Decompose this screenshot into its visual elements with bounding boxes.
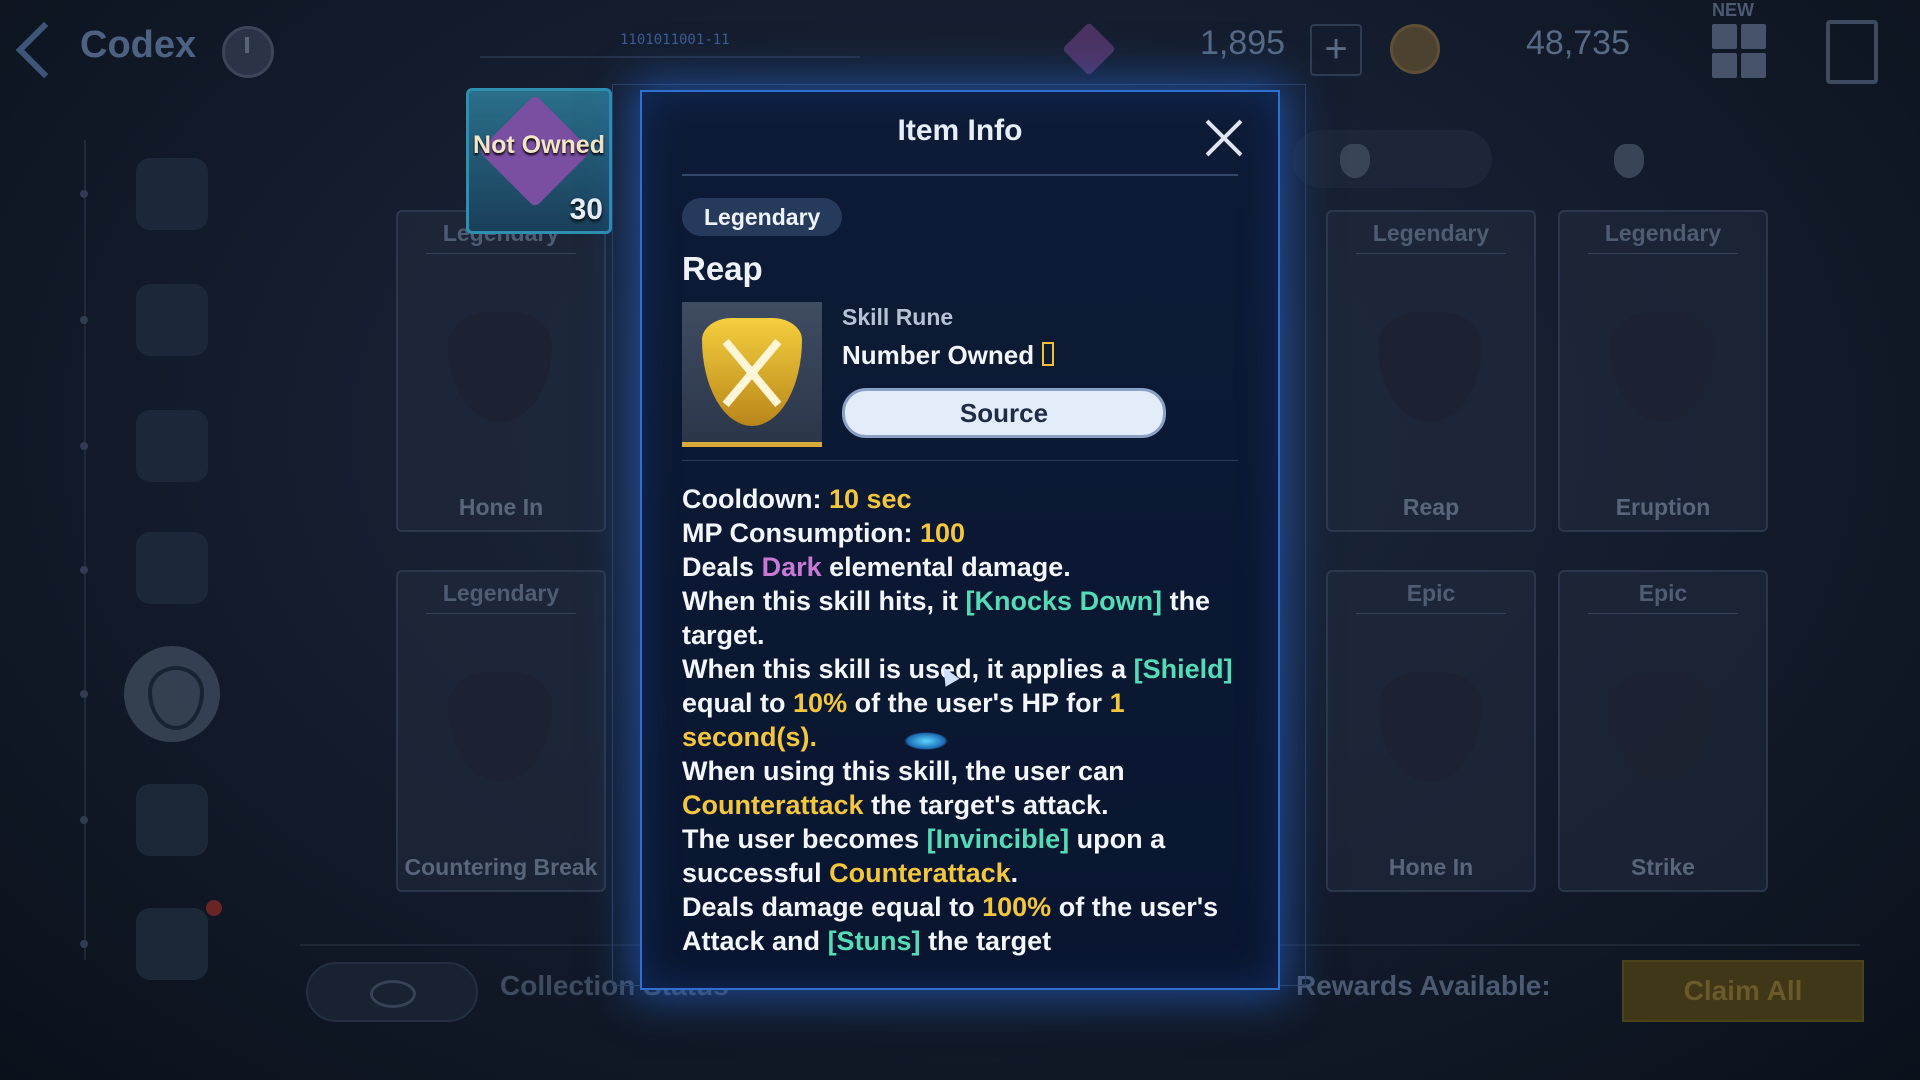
sidebar-dot [80,566,88,574]
claim-all-button[interactable]: Claim All [1622,960,1864,1022]
rune-shield-icon [1378,312,1482,422]
owned-count-box [1042,342,1055,366]
rune-card[interactable]: Legendary Eruption [1558,210,1768,532]
clock-icon[interactable] [222,26,274,78]
item-info-modal: Item Info Legendary Reap Skill Rune Numb… [640,90,1280,990]
rune-shield-icon [1378,672,1482,782]
sidebar-dot [80,816,88,824]
sidebar-item-armor-icon[interactable] [136,532,208,604]
rune-card[interactable]: Legendary Hone In [396,210,606,532]
card-rarity: Epic [1560,580,1766,614]
new-badge: NEW [1712,0,1754,20]
counterattack-line: When using this skill, the user can Coun… [682,756,1125,820]
gem-icon [1062,22,1116,76]
exit-icon[interactable] [1826,20,1878,84]
back-arrow-icon[interactable] [15,21,73,79]
coin-icon [1390,24,1440,74]
source-button[interactable]: Source [842,388,1166,438]
number-owned: Number Owned [842,340,1055,371]
title-divider [682,174,1238,176]
serial-number: 1101011001-11 [620,32,730,48]
rune-shield-icon [448,672,552,782]
rarity-badge: Legendary [682,198,843,236]
card-rarity: Legendary [398,580,604,614]
sidebar-line [84,140,86,960]
card-rarity: Legendary [1560,220,1766,254]
tab-rune-icon[interactable] [1340,144,1370,178]
sidebar-dot [80,190,88,198]
coin-count: 48,735 [1526,24,1630,62]
card-rarity: Legendary [1328,220,1534,254]
item-rune-icon [682,302,822,447]
sidebar-dot [80,690,88,698]
sparkle-icon [904,732,948,750]
tab-rune-icon[interactable] [1614,144,1644,178]
filter-tab[interactable] [1292,130,1492,188]
rune-shield-icon [448,312,552,422]
top-divider [480,56,860,58]
rune-card[interactable]: Epic Strike [1558,570,1768,892]
sidebar-item-class-icon[interactable] [136,158,208,230]
sidebar-dot [80,442,88,450]
sidebar-item-rune-icon[interactable] [124,646,220,742]
rune-card[interactable]: Legendary Countering Break [396,570,606,892]
rune-card[interactable]: Epic Hone In [1326,570,1536,892]
not-owned-count: 30 [569,193,603,226]
modal-title: Item Info [897,114,1023,147]
damage-line: Deals damage equal to 100% of the user's… [682,892,1219,956]
sidebar-item-emblem-icon[interactable] [136,784,208,856]
notification-dot [206,900,222,916]
card-name: Eruption [1615,494,1711,520]
invincible-line: The user becomes [Invincible] upon a suc… [682,824,1166,888]
visibility-toggle-icon[interactable] [306,962,478,1022]
card-name: Countering Break [404,854,598,880]
item-name: Reap [682,250,763,287]
close-icon[interactable] [1202,116,1246,160]
skill-description[interactable]: Cooldown: 10 sec MP Consumption: 100 Dea… [682,482,1252,958]
sidebar-dot [80,940,88,948]
description-divider [682,460,1238,461]
gem-count: 1,895 [1200,24,1286,62]
add-gems-button[interactable]: + [1310,24,1362,76]
sidebar-item-helmet-icon[interactable] [136,284,208,356]
card-name: Strike [1631,854,1695,880]
element-line: Deals Dark elemental damage. [682,552,1071,582]
rewards-available: Rewards Available: [1296,970,1551,1001]
card-name: Hone In [1388,854,1474,880]
rune-shield-icon [1610,312,1714,422]
sidebar-item-hood-icon[interactable] [136,410,208,482]
rune-shield-icon [1610,672,1714,782]
number-owned-label: Number Owned [842,340,1035,370]
not-owned-label: Not Owned [473,131,605,159]
menu-grid-icon[interactable] [1712,24,1766,78]
card-rarity: Epic [1328,580,1534,614]
page-title: Codex [80,24,197,66]
sidebar-dot [80,316,88,324]
sidebar-item-gift-icon[interactable] [136,908,208,980]
not-owned-card[interactable]: Not Owned 30 [466,88,612,234]
card-name: Reap [1402,494,1460,520]
mp-line: MP Consumption: 100 [682,518,966,548]
knockdown-line: When this skill hits, it [Knocks Down] t… [682,586,1211,650]
rune-card[interactable]: Legendary Reap [1326,210,1536,532]
cooldown-line: Cooldown: 10 sec [682,484,912,514]
card-name: Hone In [458,494,544,520]
shield-line: When this skill is used, it applies a [S… [682,654,1233,752]
item-type: Skill Rune [842,304,954,330]
